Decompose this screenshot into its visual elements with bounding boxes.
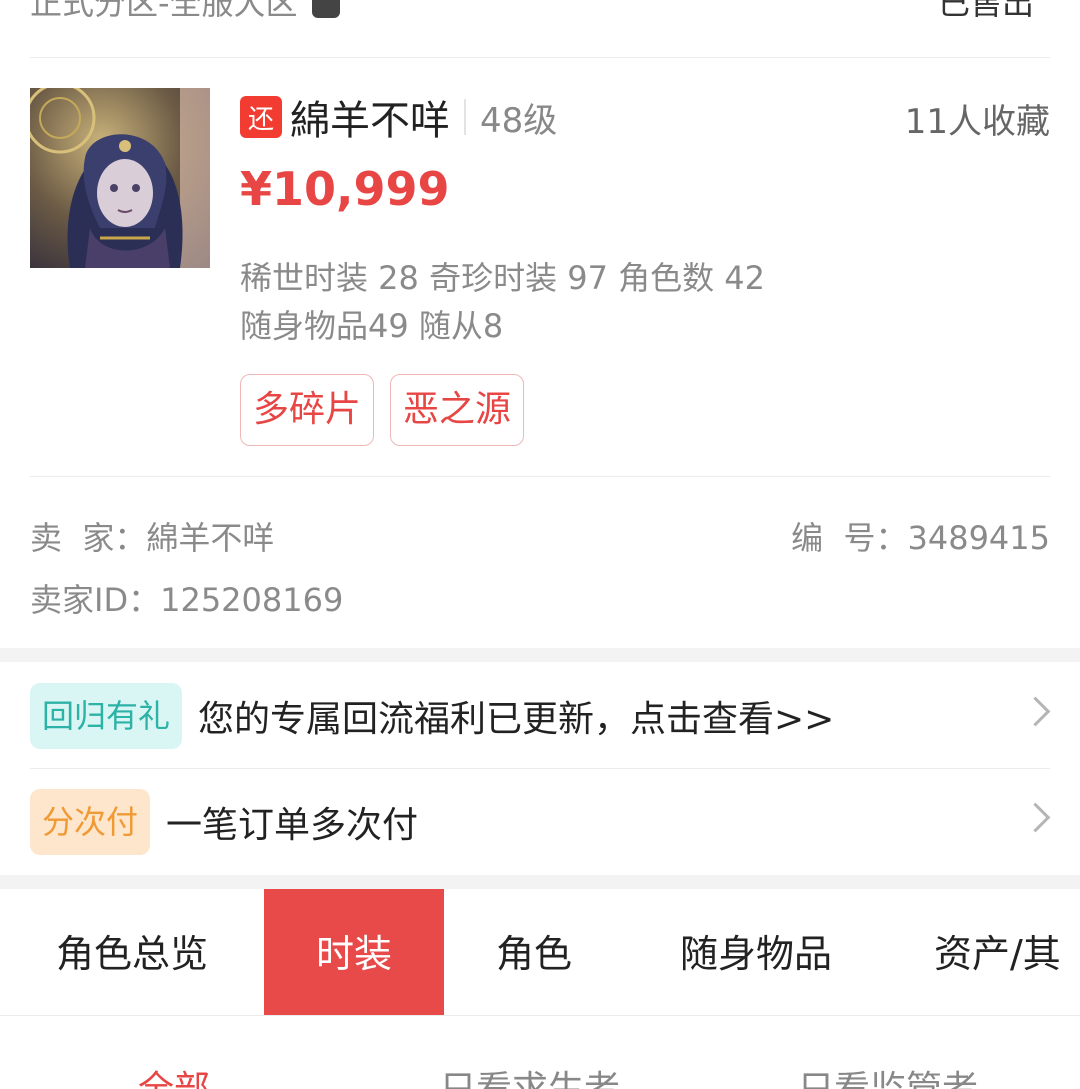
tab-overview[interactable]: 角色总览 bbox=[30, 889, 234, 1015]
server-name: 正式分区-全服大区 bbox=[30, 0, 340, 24]
installment-badge: 分次付 bbox=[30, 788, 151, 855]
name-divider bbox=[464, 99, 466, 135]
trade-detail-page: 正式分区-全服大区 已售出 还 綿羊不咩 48级 11人收藏 ¥10,999 稀… bbox=[0, 0, 1080, 1089]
number-label: 编 号： bbox=[791, 519, 908, 557]
tab-characters[interactable]: 角色 bbox=[474, 889, 594, 1015]
seller-id-row: 卖家ID：125208169 bbox=[30, 575, 343, 621]
return-reward-badge: 回归有礼 bbox=[30, 682, 183, 749]
detail-tabs: 角色总览 时装 角色 随身物品 资产/其 bbox=[0, 889, 1080, 1016]
role-avatar[interactable] bbox=[30, 88, 210, 268]
favorites-count[interactable]: 11人收藏 bbox=[905, 94, 1050, 143]
return-reward-text: 您的专属回流福利已更新，点击查看>> bbox=[198, 698, 835, 740]
chevron-right-icon bbox=[1020, 802, 1051, 833]
role-name-row: 还 綿羊不咩 48级 bbox=[240, 92, 558, 144]
tag-item: 多碎片 bbox=[240, 374, 375, 446]
filter-survivors[interactable]: 只看求生者 bbox=[440, 1060, 620, 1089]
seller-info: 卖 家：綿羊不咩 编 号：3489415 卖家ID：125208169 bbox=[30, 477, 1050, 647]
section-gap bbox=[0, 875, 1080, 889]
stats-line-1: 稀世时装 28 奇珍时装 97 角色数 42 bbox=[240, 259, 766, 297]
filter-all[interactable]: 全部 bbox=[138, 1060, 210, 1089]
seller-name: 綿羊不咩 bbox=[146, 519, 275, 557]
installment-text: 一笔订单多次付 bbox=[166, 804, 419, 846]
return-reward-row[interactable]: 回归有礼 您的专属回流福利已更新，点击查看>> bbox=[30, 663, 1051, 769]
return-badge: 还 bbox=[240, 96, 282, 138]
product-card: 还 綿羊不咩 48级 11人收藏 ¥10,999 稀世时装 28 奇珍时装 97… bbox=[30, 58, 1050, 477]
tag-item: 恶之源 bbox=[390, 374, 525, 446]
tab-costumes[interactable]: 时装 bbox=[264, 889, 444, 1015]
seller-label: 卖 家： bbox=[30, 519, 147, 557]
listing-number-row: 编 号：3489415 bbox=[791, 513, 1050, 559]
seller-name-row: 卖 家：綿羊不咩 bbox=[30, 513, 274, 559]
sale-status: 已售出 bbox=[937, 0, 1034, 22]
tab-accessories[interactable]: 随身物品 bbox=[664, 889, 848, 1015]
seller-id: 125208169 bbox=[160, 581, 344, 619]
tab-assets[interactable]: 资产/其 bbox=[934, 889, 1080, 1015]
tag-list: 多碎片 恶之源 bbox=[240, 374, 525, 446]
asset-stats: 稀世时装 28 奇珍时装 97 角色数 42 随身物品49 随从8 bbox=[240, 254, 765, 350]
installment-row[interactable]: 分次付 一笔订单多次付 bbox=[30, 769, 1051, 874]
avatar-image bbox=[30, 88, 210, 268]
server-icon bbox=[311, 0, 340, 18]
server-row: 正式分区-全服大区 已售出 bbox=[30, 0, 1050, 58]
listing-number: 3489415 bbox=[907, 519, 1050, 557]
price: ¥10,999 bbox=[240, 162, 450, 216]
seller-id-label: 卖家ID： bbox=[30, 581, 161, 619]
costume-filters: 全部 只看求生者 只看监管者 bbox=[0, 1016, 1080, 1089]
role-level: 48级 bbox=[480, 100, 558, 141]
role-name: 綿羊不咩 bbox=[290, 98, 450, 144]
server-label: 正式分区-全服大区 bbox=[30, 0, 298, 22]
stats-line-2: 随身物品49 随从8 bbox=[240, 307, 504, 345]
filter-hunters[interactable]: 只看监管者 bbox=[798, 1060, 978, 1089]
section-gap bbox=[0, 648, 1080, 662]
chevron-right-icon bbox=[1020, 696, 1051, 727]
